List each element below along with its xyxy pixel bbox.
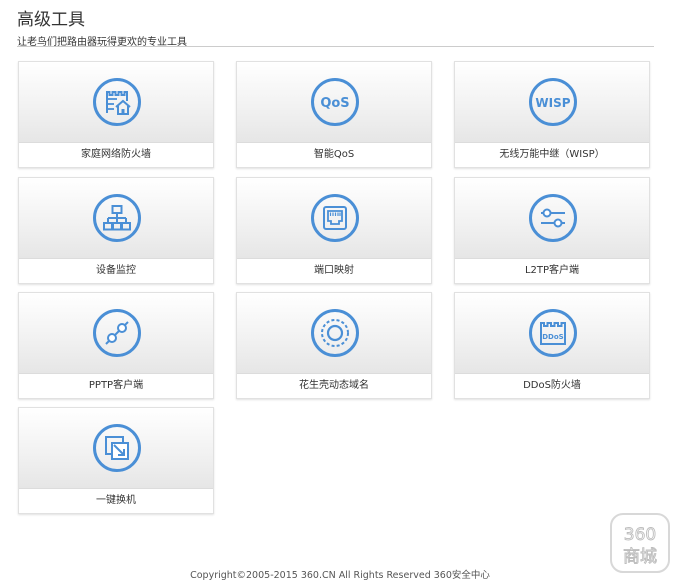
tile-icon-area (237, 293, 431, 374)
ddos-icon: DDoS (529, 309, 577, 357)
tile-icon-area (19, 178, 213, 259)
tile-icon-area: QoS (237, 62, 431, 143)
tile-icon-area (19, 408, 213, 489)
tile-icon-area: WISP (455, 62, 649, 143)
tile-label: 无线万能中继（WISP） (499, 149, 605, 160)
tool-tile-wisp[interactable]: WISP 无线万能中继（WISP） (454, 61, 650, 168)
watermark-text-360: 360 (624, 525, 656, 545)
tile-label: 一键换机 (96, 495, 136, 506)
tools-grid: 家庭网络防火墙 QoS 智能QoS WISP 无线万能中继（WISP） 设备监控… (18, 61, 650, 521)
tool-tile-ddos-firewall[interactable]: DDoS DDoS防火墙 (454, 292, 650, 399)
tool-tile-pptp-client[interactable]: PPTP客户端 (18, 292, 214, 399)
tile-label: 端口映射 (314, 265, 354, 276)
tile-icon-area: DDoS (455, 293, 649, 374)
tile-label: DDoS防火墙 (523, 380, 581, 391)
tile-label: 设备监控 (96, 265, 136, 276)
tile-label: PPTP客户端 (88, 380, 144, 391)
wisp-icon-text: WISP (535, 96, 570, 110)
tile-icon-area (455, 178, 649, 259)
page-title: 高级工具 (17, 10, 85, 30)
tool-tile-l2tp-client[interactable]: L2TP客户端 (454, 177, 650, 284)
tool-tile-one-click-switch[interactable]: 一键换机 (18, 407, 214, 514)
header-divider (17, 46, 654, 47)
tool-tile-dynamic-dns[interactable]: 花生壳动态域名 (236, 292, 432, 399)
tool-tile-port-mapping[interactable]: 端口映射 (236, 177, 432, 284)
wisp-icon: WISP (529, 78, 577, 126)
tile-label: 花生壳动态域名 (299, 380, 369, 391)
tool-tile-home-firewall[interactable]: 家庭网络防火墙 (18, 61, 214, 168)
tile-icon-area (19, 293, 213, 374)
shop-watermark-logo: 360 商城 (610, 513, 670, 573)
tile-label: 家庭网络防火墙 (81, 149, 151, 160)
qos-icon: QoS (311, 78, 359, 126)
dynamic-dns-icon (311, 309, 359, 357)
tile-label: 智能QoS (313, 149, 355, 160)
tool-tile-smart-qos[interactable]: QoS 智能QoS (236, 61, 432, 168)
sliders-icon (529, 194, 577, 242)
ethernet-port-icon (311, 194, 359, 242)
qos-icon-text: QoS (320, 96, 349, 111)
switch-device-icon (93, 424, 141, 472)
device-topology-icon (93, 194, 141, 242)
tile-icon-area (237, 178, 431, 259)
ddos-icon-text: DDoS (542, 333, 563, 341)
tile-label: L2TP客户端 (524, 265, 580, 276)
tile-icon-area (19, 62, 213, 143)
tool-tile-device-monitor[interactable]: 设备监控 (18, 177, 214, 284)
watermark-text-shop: 商城 (623, 547, 657, 567)
firewall-house-icon (93, 78, 141, 126)
link-icon (93, 309, 141, 357)
